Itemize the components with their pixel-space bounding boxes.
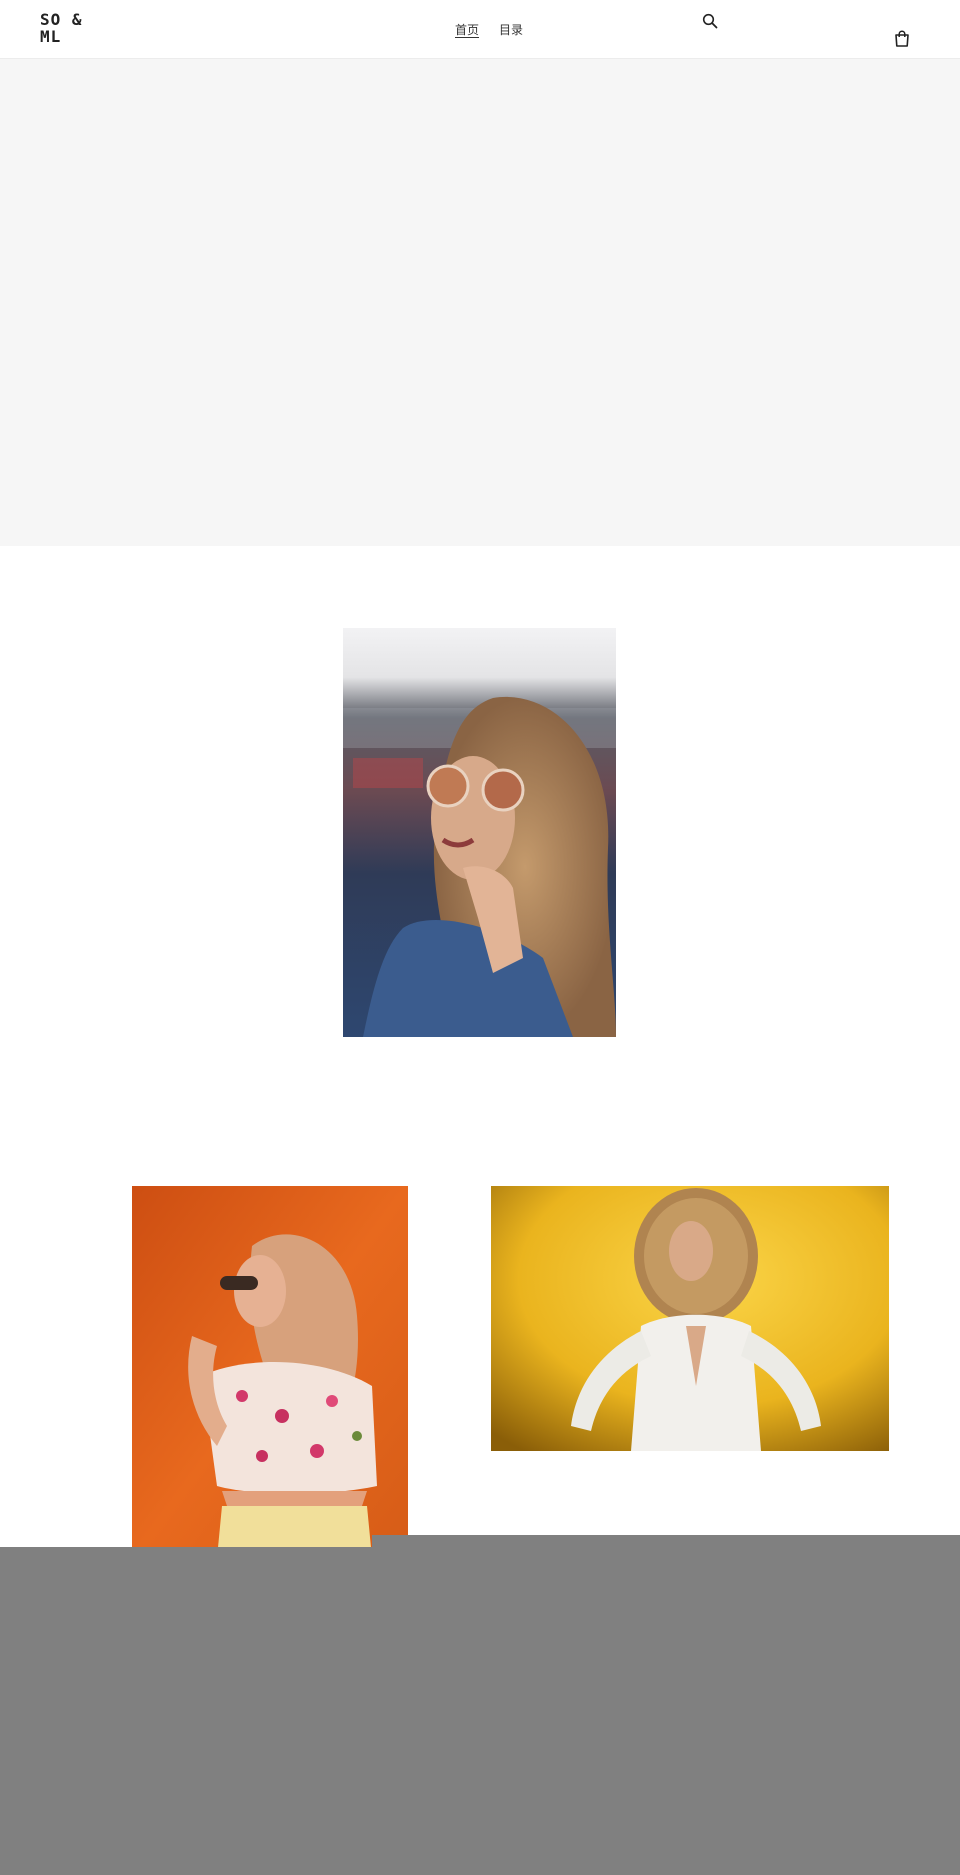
main-nav: 首页 目录 bbox=[455, 21, 523, 38]
site-header: SO & ML 首页 目录 bbox=[0, 0, 960, 59]
store-logo[interactable]: SO & ML bbox=[40, 11, 100, 45]
woman-with-sunglasses-photo bbox=[343, 628, 616, 1037]
bottom-overlay bbox=[0, 1547, 960, 1875]
search-button[interactable] bbox=[702, 13, 718, 29]
cart-button[interactable] bbox=[894, 30, 910, 47]
product-image-right[interactable] bbox=[491, 1186, 889, 1451]
search-icon bbox=[702, 13, 718, 29]
page: SO & ML 首页 目录 bbox=[0, 0, 960, 1875]
nav-item-catalog[interactable]: 目录 bbox=[499, 21, 523, 38]
shopping-bag-icon bbox=[895, 30, 909, 47]
nav-item-home[interactable]: 首页 bbox=[455, 21, 479, 38]
featured-image[interactable] bbox=[343, 628, 616, 1037]
woman-in-floral-top-orange-background-photo bbox=[132, 1186, 408, 1558]
curly-haired-woman-yellow-background-photo bbox=[491, 1186, 889, 1451]
hero-banner bbox=[0, 59, 960, 546]
product-image-left[interactable] bbox=[132, 1186, 408, 1558]
